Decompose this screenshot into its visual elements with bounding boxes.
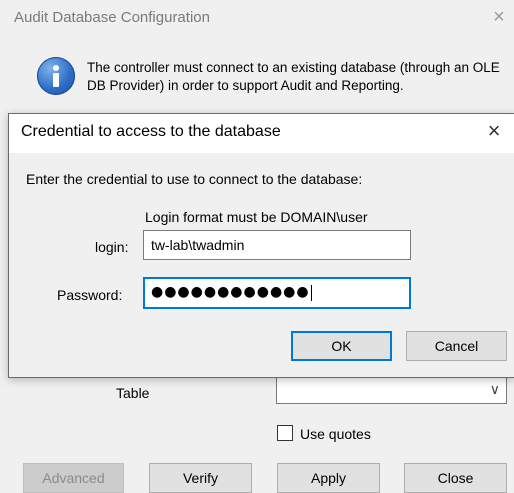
ok-button[interactable]: OK bbox=[291, 331, 392, 361]
outer-window-title: Audit Database Configuration bbox=[14, 9, 210, 26]
table-dropdown[interactable]: ∨ bbox=[276, 377, 507, 404]
use-quotes-checkbox[interactable] bbox=[277, 425, 293, 441]
credential-instruction: Enter the credential to use to connect t… bbox=[26, 171, 363, 187]
table-label: Table bbox=[116, 385, 150, 401]
info-icon bbox=[37, 57, 75, 95]
text-caret bbox=[310, 284, 312, 301]
outer-close-icon[interactable]: × bbox=[489, 7, 509, 27]
password-mask: ●●●●●●●●●●●● bbox=[151, 284, 310, 300]
password-input[interactable]: ●●●●●●●●●●●● bbox=[143, 277, 411, 309]
cancel-button[interactable]: Cancel bbox=[406, 331, 507, 361]
info-message: The controller must connect to an existi… bbox=[87, 60, 500, 93]
credential-dialog-title: Credential to access to the database bbox=[21, 123, 281, 140]
chevron-down-icon: ∨ bbox=[489, 381, 500, 397]
login-format-note: Login format must be DOMAIN\user bbox=[145, 209, 368, 225]
dialog-close-icon[interactable]: × bbox=[483, 119, 505, 143]
login-label: login: bbox=[95, 239, 129, 255]
password-label: Password: bbox=[57, 287, 123, 303]
use-quotes-label: Use quotes bbox=[300, 426, 371, 442]
login-input[interactable]: tw-lab\twadmin bbox=[143, 230, 411, 260]
